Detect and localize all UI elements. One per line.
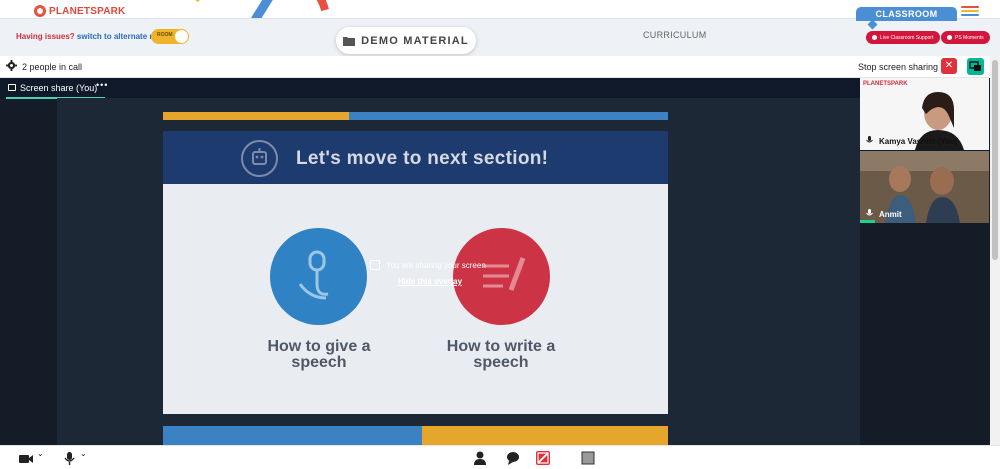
page-scrollbar[interactable] — [990, 56, 1000, 445]
stop-sharing-label: Stop screen sharing — [858, 62, 939, 72]
chat-icon[interactable] — [505, 451, 521, 465]
participant-tile-self[interactable]: PLANETSPARK Kamya Vashist (You) — [860, 78, 989, 150]
call-info-bar: 2 people in call Stop screen sharing ✕ — [0, 56, 990, 78]
mic-options-chevron-icon[interactable]: ⌄ — [80, 449, 87, 458]
give-speech-option[interactable] — [270, 228, 367, 325]
logo-text: PLANETSPARK — [49, 5, 126, 17]
folder-icon — [343, 36, 356, 46]
bottom-toolbar: ⌄ ⌄ — [0, 445, 1000, 469]
issues-label: Having issues? — [16, 32, 75, 41]
more-options-icon[interactable]: ••• — [96, 80, 108, 90]
write-speech-option[interactable] — [453, 228, 550, 325]
screen-share-header: Screen share (You) ••• — [0, 78, 860, 99]
live-support-label: Live Classroom Support — [880, 34, 934, 41]
demo-material-button[interactable]: DEMO MATERIAL — [336, 27, 476, 54]
person-icon[interactable] — [472, 451, 488, 465]
scrollbar-thumb[interactable] — [992, 60, 998, 260]
decorative-arc — [195, 0, 329, 20]
participant-tile-student[interactable]: Anmit — [860, 151, 989, 223]
slide-header: Let's move to next section! — [163, 131, 668, 184]
square-icon[interactable] — [581, 451, 597, 465]
participant-name: Anmit — [879, 210, 902, 219]
camera-options-chevron-icon[interactable]: ⌄ — [37, 449, 44, 458]
participant-name: Kamya Vashist (You) — [879, 137, 958, 146]
ps-moments-label: PS Moments — [955, 34, 984, 41]
camera-icon[interactable] — [18, 451, 34, 465]
room-toggle[interactable]: ROOM — [151, 29, 189, 44]
support-icon — [872, 35, 877, 40]
close-icon: ✕ — [944, 60, 954, 71]
sharing-overlay-message: You are sharing your screen — [386, 261, 486, 270]
microphone-icon[interactable] — [62, 451, 78, 465]
mic-icon — [866, 136, 873, 143]
notepad-pencil-icon — [483, 257, 526, 291]
screen-icon — [8, 84, 16, 91]
people-count: 2 people in call — [22, 62, 83, 72]
give-speech-label: How to give a speech — [267, 338, 371, 371]
live-classroom-support-button[interactable]: Live Classroom Support — [866, 31, 940, 44]
demo-material-label: DEMO MATERIAL — [361, 34, 469, 47]
planetspark-logo[interactable]: PLANETSPARK — [34, 5, 125, 17]
whiteboard-icon[interactable] — [535, 451, 551, 465]
toggle-knob — [175, 30, 188, 43]
screen-share-label: Screen share (You) — [20, 83, 98, 93]
logo-mark-icon — [34, 5, 46, 17]
classroom-tab[interactable]: CLASSROOM — [856, 7, 957, 21]
microphone-icon — [298, 250, 329, 300]
hamburger-menu-icon[interactable] — [961, 6, 979, 18]
issues-message: Having issues? switch to alternate room — [16, 32, 169, 41]
share-screen-icon — [370, 260, 380, 270]
stop-sharing-button[interactable]: ✕ — [941, 58, 957, 74]
robot-icon — [241, 140, 278, 177]
hide-overlay-link[interactable]: Hide this overlay — [398, 277, 462, 286]
curriculum-tab[interactable]: CURRICULUM — [643, 30, 707, 40]
slide-top-strip — [163, 112, 668, 120]
slide-title: Let's move to next section! — [296, 148, 549, 169]
ps-moments-button[interactable]: PS Moments — [941, 31, 990, 44]
speaking-indicator — [860, 220, 875, 223]
presentation-slide: Let's move to next section! How to give … — [163, 131, 668, 414]
gear-icon[interactable] — [6, 60, 17, 71]
write-speech-label: How to write a speech — [446, 338, 556, 371]
screen-share-toggle-button[interactable] — [967, 58, 984, 75]
tile-banner-text: PLANETSPARK — [863, 81, 908, 87]
slide-bottom-strip — [163, 426, 668, 445]
mic-icon — [866, 209, 873, 216]
screen-share-icon — [969, 61, 981, 71]
moments-icon — [947, 35, 952, 40]
toggle-label: ROOM — [157, 32, 173, 38]
